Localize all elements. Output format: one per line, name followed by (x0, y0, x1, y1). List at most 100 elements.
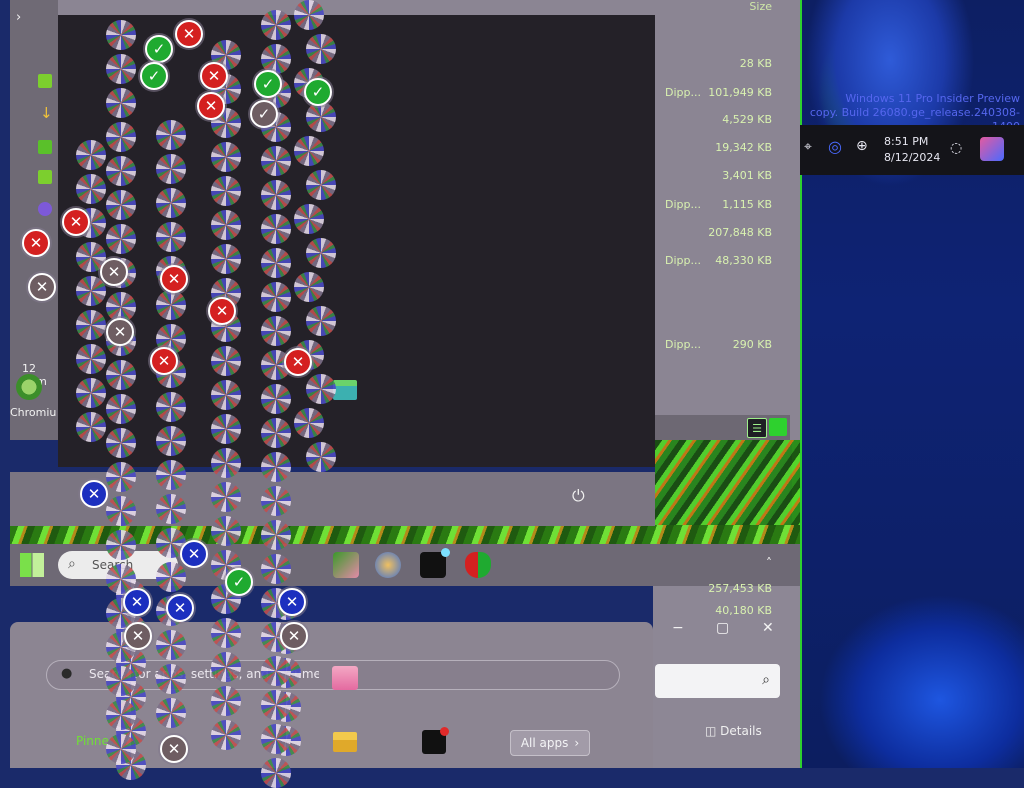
pin-icon[interactable]: ⌖ (804, 139, 812, 155)
folder-icon[interactable] (38, 74, 52, 88)
downloads-icon[interactable]: ↓ (40, 104, 53, 122)
chromium-shortcut-label[interactable]: Chromiu (10, 406, 56, 419)
expand-chevron-icon[interactable]: › (16, 10, 21, 25)
pinned-app-icon[interactable] (332, 666, 358, 690)
render-artifact-icon (261, 690, 291, 720)
error-icon: ✕ (180, 540, 208, 568)
power-icon[interactable]: ⏻ (572, 486, 585, 506)
error-icon: ✕ (28, 273, 56, 301)
chevron-right-icon: › (574, 736, 580, 750)
render-artifact-icon (211, 652, 241, 682)
search-icon: ● (61, 666, 73, 681)
notification-icon[interactable]: ◌ (950, 140, 962, 156)
file-size: 101,949 KB (708, 86, 772, 99)
explorer-search-box[interactable]: ⌕ (655, 664, 780, 698)
music-icon[interactable] (38, 202, 52, 216)
error-icon: ✕ (124, 622, 152, 650)
tiles-view-icon[interactable] (769, 418, 787, 436)
check-icon: ✓ (254, 70, 282, 98)
render-artifact-icon (211, 516, 241, 546)
render-artifact-icon (211, 720, 241, 750)
render-artifact-icon (306, 102, 336, 132)
details-icon: ◫ (705, 724, 721, 738)
render-artifact-icon (76, 140, 106, 170)
navigation-pane[interactable]: › ↓ 12 item Chromiu (10, 0, 58, 440)
render-artifact-icon (294, 204, 324, 234)
error-icon: ✕ (278, 588, 306, 616)
app-icon[interactable] (375, 552, 401, 578)
render-artifact-icon (156, 562, 186, 592)
render-artifact-icon (106, 122, 136, 152)
render-artifact-icon (306, 238, 336, 268)
details-pane-button[interactable]: ◫ Details (705, 724, 762, 738)
maximize-button[interactable]: ▢ (716, 620, 729, 636)
render-artifact-icon (106, 190, 136, 220)
file-size: 40,180 KB (715, 604, 772, 617)
render-artifact-icon (261, 146, 291, 176)
render-artifact-icon (211, 448, 241, 478)
file-type: Dipp... (665, 198, 701, 211)
render-artifact-icon (294, 136, 324, 166)
clock-date[interactable]: 8/12/2024 (884, 151, 940, 164)
profile-icon[interactable] (980, 137, 1004, 161)
render-artifact-icon (156, 426, 186, 456)
check-icon: ✓ (140, 62, 168, 90)
render-artifact-icon (261, 758, 291, 788)
render-artifact-icon (106, 496, 136, 526)
minimize-button[interactable]: − (672, 620, 684, 636)
error-icon: ✕ (22, 229, 50, 257)
error-icon: ✕ (197, 92, 225, 120)
render-artifact-icon (261, 554, 291, 584)
close-button[interactable]: ✕ (762, 620, 774, 636)
render-artifact-icon (106, 530, 136, 560)
render-artifact-icon (211, 210, 241, 240)
render-artifact-icon (211, 380, 241, 410)
render-artifact-icon (106, 224, 136, 254)
error-icon: ✕ (106, 318, 134, 346)
shield-icon[interactable] (465, 552, 491, 578)
terminal-icon[interactable] (420, 548, 450, 578)
render-artifact-icon (106, 462, 136, 492)
all-apps-button[interactable]: All apps › (510, 730, 590, 756)
folder-icon[interactable] (333, 380, 357, 400)
render-artifact-icon (211, 686, 241, 716)
all-apps-label: All apps (520, 736, 569, 750)
app-icon[interactable] (333, 552, 359, 578)
render-artifact-icon (76, 310, 106, 340)
render-artifact-icon (106, 156, 136, 186)
file-size: 1,115 KB (722, 198, 772, 211)
file-size: 257,453 KB (708, 582, 772, 595)
render-artifact-icon (211, 618, 241, 648)
render-artifact-icon (211, 346, 241, 376)
network-icon[interactable]: ◎ (828, 137, 842, 156)
error-icon: ✕ (280, 622, 308, 650)
error-icon: ✕ (160, 265, 188, 293)
render-artifact-icon (76, 276, 106, 306)
start-icon[interactable] (20, 553, 44, 577)
error-icon: ✕ (123, 588, 151, 616)
error-icon: ✕ (284, 348, 312, 376)
file-explorer-pinned-icon[interactable] (333, 732, 357, 752)
render-artifact-icon (156, 188, 186, 218)
render-artifact-icon (261, 452, 291, 482)
pictures-icon[interactable] (38, 170, 52, 184)
render-artifact-icon (106, 54, 136, 84)
clock-time[interactable]: 8:51 PM (884, 135, 928, 148)
render-artifact-icon (261, 520, 291, 550)
render-artifact-icon (106, 428, 136, 458)
settings-icon[interactable]: ⊕ (856, 138, 868, 154)
chromium-icon[interactable] (16, 374, 42, 400)
render-artifact-icon (261, 282, 291, 312)
render-artifact-icon (156, 392, 186, 422)
render-artifact-icon (76, 344, 106, 374)
render-artifact-icon (106, 394, 136, 424)
render-artifact-icon (156, 698, 186, 728)
chevron-up-icon[interactable]: ˄ (766, 556, 772, 570)
documents-icon[interactable] (38, 140, 52, 154)
size-column-header[interactable]: Size (749, 0, 772, 13)
render-artifact-icon (211, 482, 241, 512)
render-artifact-icon (306, 306, 336, 336)
terminal-pinned-icon[interactable] (422, 727, 449, 754)
details-view-icon[interactable]: ☰ (747, 418, 767, 438)
check-icon: ✓ (304, 78, 332, 106)
